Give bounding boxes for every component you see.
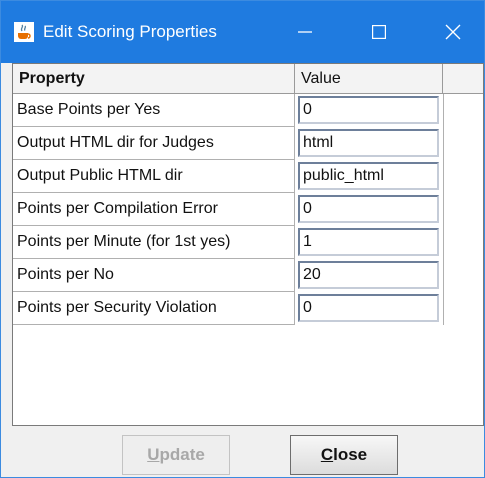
column-divider bbox=[443, 94, 444, 325]
close-mnemonic: C bbox=[320, 445, 334, 464]
value-field[interactable]: 1 bbox=[298, 228, 439, 256]
column-header-property[interactable]: Property bbox=[13, 64, 295, 93]
property-cell: Points per Compilation Error bbox=[13, 193, 295, 226]
property-cell: Points per No bbox=[13, 259, 295, 292]
property-cell: Output HTML dir for Judges bbox=[13, 127, 295, 160]
table-header: Property Value bbox=[13, 64, 483, 94]
table-row[interactable]: Points per Security Violation 0 bbox=[13, 292, 443, 325]
table-row[interactable]: Points per Compilation Error 0 bbox=[13, 193, 443, 226]
table-row[interactable]: Points per Minute (for 1st yes) 1 bbox=[13, 226, 443, 259]
close-window-button[interactable] bbox=[420, 1, 485, 63]
update-label: pdate bbox=[159, 445, 205, 464]
property-cell: Points per Security Violation bbox=[13, 292, 295, 325]
close-label: lose bbox=[333, 445, 368, 464]
update-button[interactable]: Update bbox=[122, 435, 230, 475]
dialog-window: Edit Scoring Properties Property Value B… bbox=[0, 0, 485, 478]
java-cup-icon bbox=[14, 22, 34, 42]
update-mnemonic: U bbox=[147, 445, 160, 464]
table-row[interactable]: Output Public HTML dir public_html bbox=[13, 160, 443, 193]
window-title: Edit Scoring Properties bbox=[43, 22, 217, 41]
value-field[interactable]: 0 bbox=[298, 195, 439, 223]
table-row[interactable]: Points per No 20 bbox=[13, 259, 443, 292]
minimize-icon bbox=[298, 31, 312, 33]
title-bar[interactable]: Edit Scoring Properties bbox=[1, 1, 484, 63]
property-cell: Output Public HTML dir bbox=[13, 160, 295, 193]
close-button[interactable]: Close bbox=[290, 435, 398, 475]
properties-table[interactable]: Property Value Base Points per Yes 0 Out… bbox=[12, 63, 484, 426]
column-header-value[interactable]: Value bbox=[295, 64, 443, 93]
close-icon bbox=[445, 24, 461, 40]
maximize-button[interactable] bbox=[346, 1, 412, 63]
property-cell: Points per Minute (for 1st yes) bbox=[13, 226, 295, 259]
table-row[interactable]: Output HTML dir for Judges html bbox=[13, 127, 443, 160]
value-field[interactable]: public_html bbox=[298, 162, 439, 190]
property-cell: Base Points per Yes bbox=[13, 94, 295, 127]
value-field[interactable]: 20 bbox=[298, 261, 439, 289]
value-field[interactable]: 0 bbox=[298, 294, 439, 322]
value-field[interactable]: 0 bbox=[298, 96, 439, 124]
maximize-icon bbox=[372, 25, 386, 39]
table-row[interactable]: Base Points per Yes 0 bbox=[13, 94, 443, 127]
minimize-button[interactable] bbox=[272, 1, 338, 63]
value-field[interactable]: html bbox=[298, 129, 439, 157]
